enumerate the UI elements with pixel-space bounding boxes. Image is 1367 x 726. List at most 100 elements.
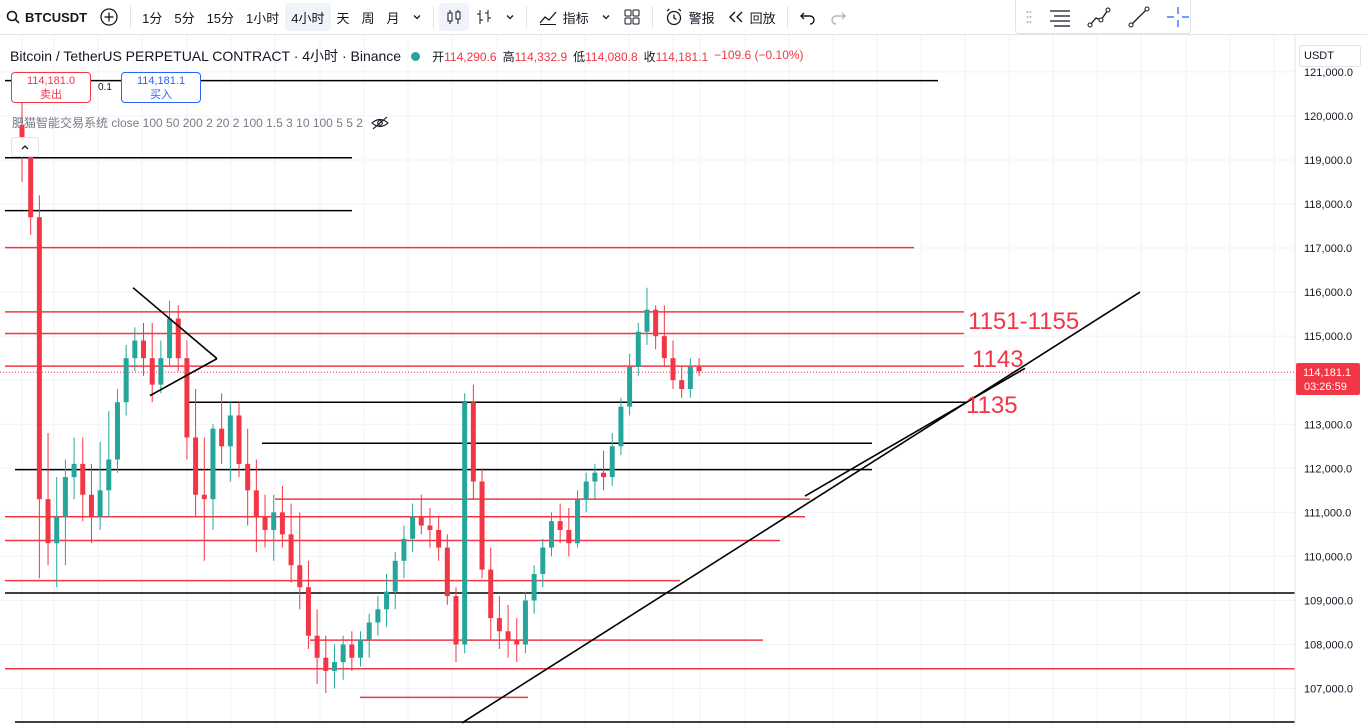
interval-15m[interactable]: 15分	[201, 3, 240, 31]
chart-type-button[interactable]	[438, 3, 469, 31]
candle-body	[80, 463, 86, 495]
candle-body	[540, 547, 546, 575]
interval-1h[interactable]: 1小时	[240, 3, 285, 31]
compare-button[interactable]	[93, 3, 125, 31]
candle	[331, 644, 337, 689]
candle-body	[297, 565, 303, 588]
candle-body	[392, 560, 398, 592]
replay-button[interactable]: 回放	[721, 3, 782, 31]
candle-body	[331, 662, 337, 671]
trend-line-icon[interactable]	[1127, 6, 1151, 28]
interval-1w[interactable]: 周	[356, 3, 381, 31]
undo-button[interactable]	[793, 3, 823, 31]
search-icon	[6, 10, 20, 24]
candle-body	[45, 499, 51, 544]
candles	[19, 102, 702, 693]
currency-selector[interactable]: USDT	[1299, 45, 1361, 67]
candle-body	[375, 609, 381, 623]
last-price-label: 114,181.1 03:26:59	[1296, 363, 1360, 395]
alarm-clock-icon	[666, 8, 681, 26]
ohlc-values: 开114,290.6 高114,332.9 低114,080.8 收114,18…	[432, 48, 803, 65]
bar-style-button[interactable]	[469, 3, 499, 31]
candle	[71, 437, 77, 500]
change-value: −109.6 (−0.10%)	[714, 47, 804, 62]
candle-body	[627, 366, 633, 407]
market-status-dot	[411, 51, 421, 61]
candle	[444, 534, 450, 605]
candle	[175, 305, 181, 372]
buy-button[interactable]: 114,181.1 买入	[121, 72, 201, 103]
candle	[583, 472, 589, 513]
interval-4h[interactable]: 4小时	[285, 3, 331, 31]
candle	[279, 485, 285, 548]
price-chart[interactable]: 1151-1155 1143 1135 121,000.0 120,000.0 11…	[0, 35, 1367, 726]
candle-body	[71, 463, 77, 478]
candle	[401, 525, 407, 579]
trend-path-icon[interactable]	[1087, 6, 1111, 28]
price-axis-label: 110,000.0	[1304, 551, 1352, 563]
candle	[219, 393, 225, 464]
candle	[479, 468, 485, 579]
interval-1m[interactable]: 1分	[136, 3, 168, 31]
candle-body	[687, 366, 693, 390]
candle	[340, 635, 346, 680]
candle-body	[97, 490, 103, 517]
intervals-dropdown[interactable]	[406, 3, 428, 31]
candle	[531, 565, 537, 614]
chart-type-dropdown[interactable]	[499, 3, 521, 31]
candle-body	[583, 481, 589, 500]
price-axis-label: 117,000.0	[1304, 243, 1352, 255]
indicator-legend[interactable]: 肥猫智能交易系统 close 100 50 200 2 20 2 100 1.5…	[12, 114, 389, 131]
indicators-button[interactable]: 指标	[532, 3, 595, 31]
drawing-toolbar	[1015, 0, 1191, 34]
candle-body	[167, 318, 173, 359]
horizontal-lines-icon[interactable]	[1048, 6, 1072, 28]
indicators-dropdown[interactable]	[595, 3, 617, 31]
sell-label: 卖出	[40, 89, 62, 101]
sell-button[interactable]: 114,181.0 卖出	[11, 72, 91, 103]
candle-body	[522, 600, 528, 645]
candle-body	[696, 366, 702, 372]
annotation-1135: 1135	[966, 392, 1018, 419]
symbol-search[interactable]: BTCUSDT	[0, 3, 93, 31]
candle-body	[54, 516, 60, 544]
candle-body	[314, 635, 320, 658]
candle	[618, 397, 624, 456]
candle	[314, 609, 320, 685]
candle	[149, 322, 155, 403]
sell-price: 114,181.0	[26, 75, 76, 87]
candle-body	[531, 574, 537, 601]
alert-button[interactable]: 警报	[658, 3, 721, 31]
price-axis-label: 112,000.0	[1304, 463, 1352, 475]
candle	[557, 503, 563, 544]
interval-1mo[interactable]: 月	[381, 3, 406, 31]
candle	[635, 322, 641, 376]
candle-body	[262, 516, 268, 530]
candle	[505, 604, 511, 658]
redo-button[interactable]	[823, 3, 853, 31]
layouts-button[interactable]	[617, 3, 647, 31]
toolbar-divider	[786, 6, 788, 28]
candle-body	[670, 358, 676, 381]
crosshair-icon[interactable]	[1166, 6, 1190, 28]
candle-body	[436, 529, 442, 548]
grid-icon	[624, 9, 640, 25]
candle-body	[323, 657, 329, 671]
collapse-legend-button[interactable]	[11, 137, 39, 157]
close-value: 114,181.1	[655, 49, 709, 64]
symbol-name: BTCUSDT	[25, 9, 88, 25]
candle-body	[158, 358, 164, 385]
candle-body	[479, 481, 485, 570]
eye-hidden-icon[interactable]	[371, 116, 389, 130]
drag-handle-icon[interactable]	[1026, 9, 1032, 25]
candle-body	[349, 644, 355, 658]
candle	[297, 512, 303, 610]
candle	[453, 587, 459, 663]
interval-5m[interactable]: 5分	[168, 3, 200, 31]
candle	[123, 344, 129, 416]
candle-body	[340, 644, 346, 663]
interval-1d[interactable]: 天	[331, 3, 356, 31]
candle-body	[410, 516, 416, 539]
candle	[522, 591, 528, 654]
buy-price: 114,181.1	[136, 75, 186, 87]
